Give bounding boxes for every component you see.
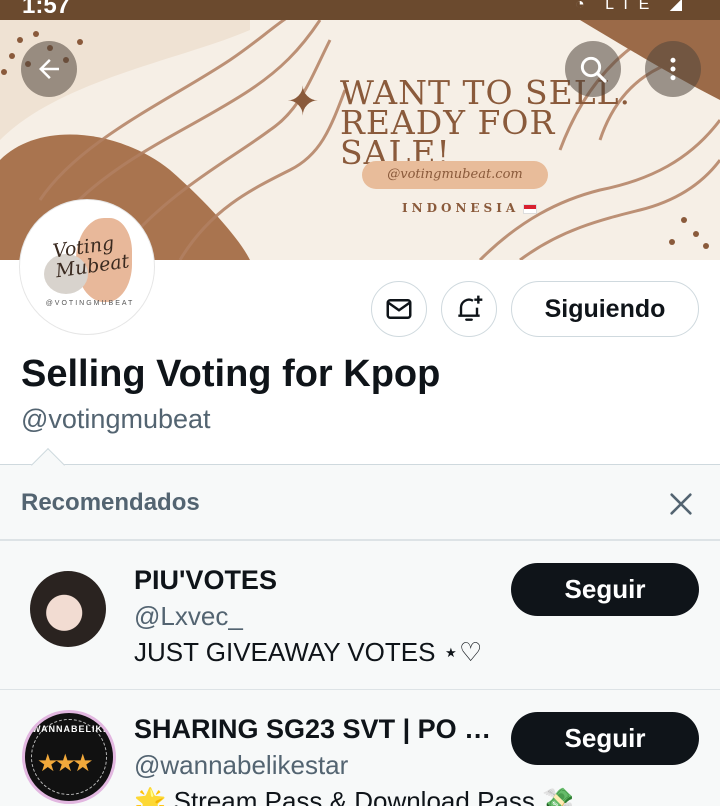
user-handle: @Lxvec_: [134, 601, 243, 631]
follow-button[interactable]: Seguir: [511, 712, 699, 765]
more-vertical-icon: [670, 57, 676, 81]
close-icon: [670, 493, 692, 515]
mail-icon: [386, 299, 412, 319]
follow-button[interactable]: Seguir: [511, 563, 699, 616]
banner-country: INDONESIA: [402, 201, 538, 215]
status-icons: ◔ LTE ◢: [574, 0, 690, 13]
profile-avatar[interactable]: Voting Mubeat @VOTINGMUBEAT: [20, 200, 154, 334]
banner-headline-line2: READY FOR SALE!: [340, 103, 556, 172]
user-avatar[interactable]: WANNABELIKE ★★★: [22, 710, 116, 804]
avatar-mini-handle: @VOTINGMUBEAT: [45, 300, 135, 307]
status-time: 1:57: [22, 0, 71, 19]
indonesia-flag-icon: [523, 203, 538, 214]
more-options-button[interactable]: [645, 41, 701, 97]
recommended-user[interactable]: PIU'VOTES @Lxvec_ JUST GIVEAWAY VOTES ⋆♡…: [0, 541, 720, 689]
close-recommendations-button[interactable]: [662, 485, 700, 523]
search-button[interactable]: [565, 41, 621, 97]
status-bar: 1:57 ◔ LTE ◢: [0, 0, 720, 20]
user-bio: 🌟 Stream Pass & Download Pass 💸: [134, 786, 575, 806]
panel-caret: [31, 448, 65, 482]
message-button[interactable]: [371, 281, 427, 337]
sparkle-icon: ✦: [286, 80, 320, 124]
back-arrow-icon: [39, 59, 59, 79]
bell-plus-icon: [458, 295, 483, 321]
search-icon: [580, 56, 607, 83]
user-bio: JUST GIVEAWAY VOTES ⋆♡: [134, 637, 483, 667]
following-button[interactable]: Siguiendo: [511, 281, 699, 337]
profile-handle: @votingmubeat: [21, 404, 211, 434]
profile-name: Selling Voting for Kpop: [21, 353, 441, 395]
recommended-user[interactable]: WANNABELIKE ★★★ SHARING SG23 SVT | PO … …: [0, 689, 720, 806]
user-name[interactable]: PIU'VOTES: [134, 565, 277, 596]
user-avatar[interactable]: [30, 571, 106, 647]
user-name[interactable]: SHARING SG23 SVT | PO …: [134, 714, 491, 745]
star-icon: ★★★: [37, 750, 94, 777]
banner-country-label: INDONESIA: [402, 201, 520, 215]
banner-website: @votingmubeat.com: [362, 161, 548, 189]
recommendations-title: Recomendados: [21, 489, 200, 516]
user-handle: @wannabelikestar: [134, 750, 349, 780]
recommendations-panel: Recomendados PIU'VOTES @Lxvec_ JUST GIVE…: [0, 448, 720, 806]
notifications-button[interactable]: [441, 281, 497, 337]
back-button[interactable]: [21, 41, 77, 97]
